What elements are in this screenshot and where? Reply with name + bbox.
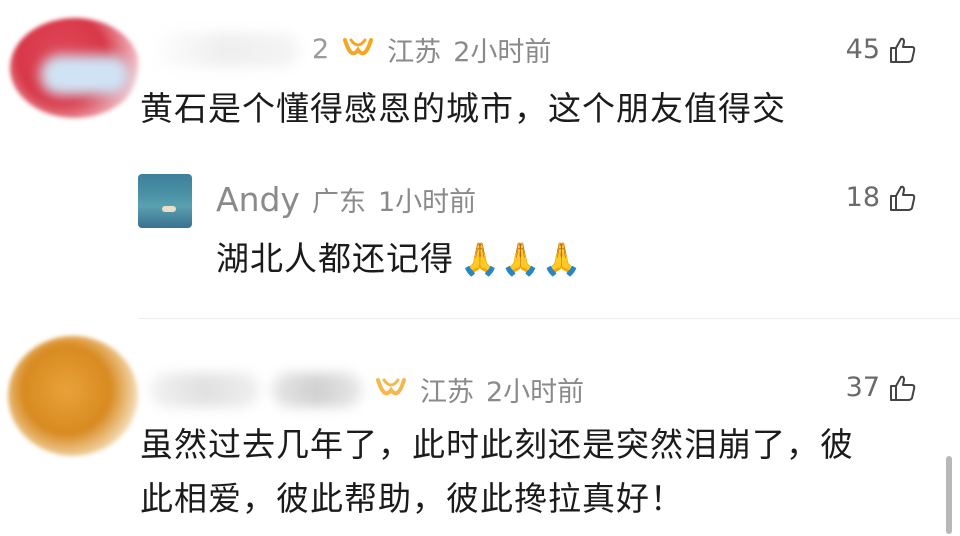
vip-badge-icon [376, 377, 406, 395]
timestamp: 2小时前 [453, 37, 552, 68]
reply-avatar[interactable] [138, 174, 192, 228]
avatar-highlight [40, 55, 130, 95]
username-redacted[interactable] [150, 372, 260, 407]
like-button[interactable]: 45 [846, 34, 918, 65]
location: 江苏 [420, 377, 474, 408]
comment-1: 2 江苏 2小时前 45 黄石是个懂得感恩的城市，这个朋友值得交 Andy 广东… [0, 0, 960, 320]
comment-2: 江苏 2小时前 37 虽然过去几年了，此时此刻还是突然泪崩了，彼 此相爱，彼此帮… [0, 320, 960, 536]
reply-text-body: 湖北人都还记得 [216, 239, 454, 278]
thumbs-up-icon [890, 185, 916, 211]
timestamp: 2小时前 [486, 377, 585, 408]
reply-like-count: 18 [845, 182, 880, 213]
username-redacted[interactable] [150, 32, 300, 67]
thumbs-up-icon [890, 37, 916, 63]
comment-text: 黄石是个懂得感恩的城市，这个朋友值得交 [140, 89, 786, 128]
comment-meta: 2 江苏 2小时前 [150, 30, 551, 69]
reply-text: 湖北人都还记得 🙏🙏🙏 [216, 232, 583, 286]
scrollbar[interactable] [946, 456, 952, 534]
like-count: 45 [845, 34, 880, 65]
like-count: 37 [845, 372, 880, 403]
vip-badge-icon [343, 37, 374, 55]
comment-meta: 江苏 2小时前 [150, 370, 584, 409]
comment-divider [138, 318, 960, 319]
reply-like-button[interactable]: 18 [846, 182, 918, 213]
username-fragment[interactable]: 2 [312, 34, 329, 65]
username-redacted-2 [272, 372, 362, 407]
reply-username[interactable]: Andy [216, 180, 300, 219]
reply-meta: Andy 广东 1小时前 [216, 180, 476, 219]
comment-text-line-1: 虽然过去几年了，此时此刻还是突然泪崩了，彼 [140, 425, 854, 464]
comment-text-line-2: 此相爱，彼此帮助，彼此搀拉真好！ [140, 479, 684, 518]
avatar-bird-figure [162, 206, 176, 212]
thumbs-up-icon [890, 375, 916, 401]
location: 江苏 [387, 37, 442, 68]
avatar[interactable] [8, 336, 138, 456]
reply-timestamp: 1小时前 [377, 187, 477, 218]
folded-hands-emoji: 🙏🙏🙏 [460, 240, 583, 278]
reply-location: 广东 [311, 187, 366, 218]
like-button[interactable]: 37 [846, 372, 918, 403]
